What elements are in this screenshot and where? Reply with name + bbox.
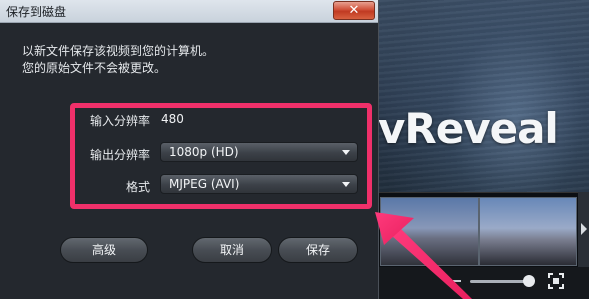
arrow-icon	[375, 212, 472, 299]
